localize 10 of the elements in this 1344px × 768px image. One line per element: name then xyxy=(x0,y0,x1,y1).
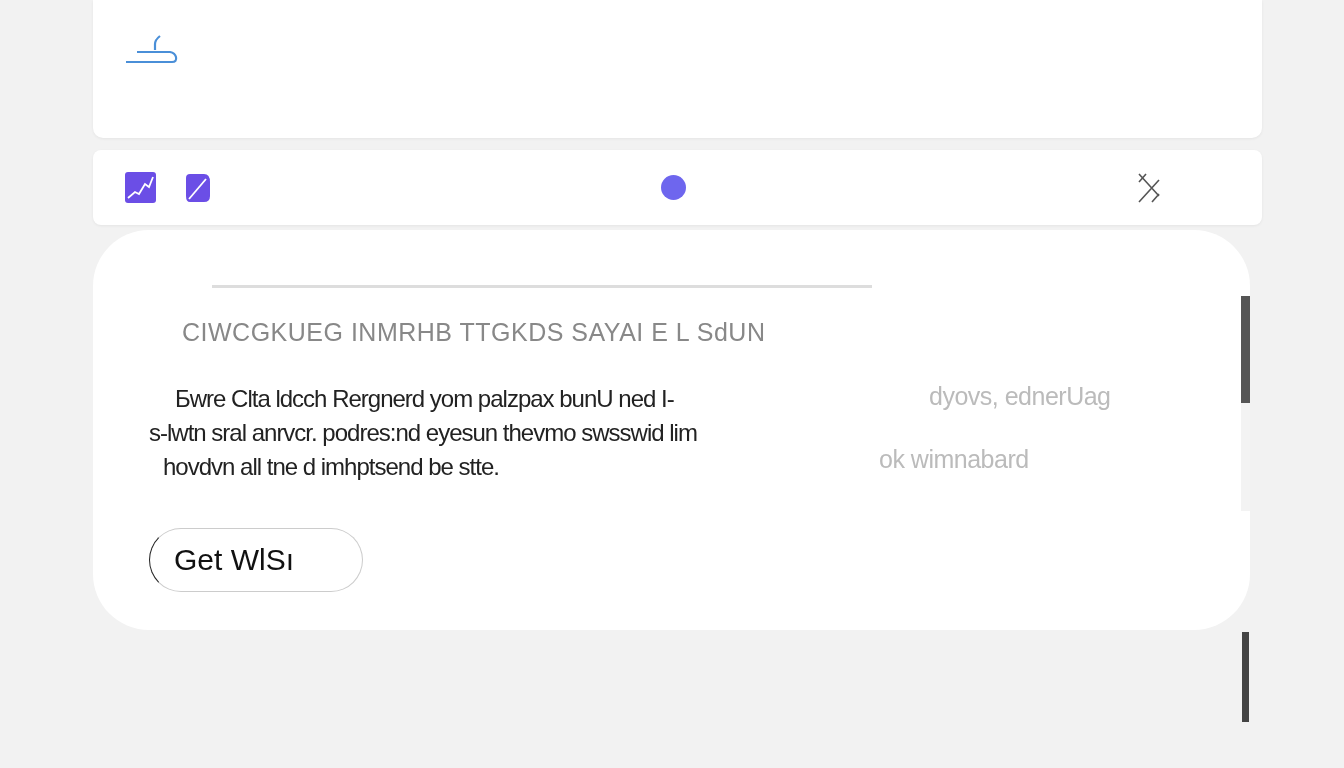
chart-icon[interactable] xyxy=(125,172,156,203)
get-button[interactable]: Get WlSı xyxy=(149,528,363,592)
card-heading: CIWCGKUEG INMRHB TTGKDS SAYAI E L SdUN xyxy=(182,318,767,347)
edit-icon[interactable] xyxy=(186,173,210,202)
dot-icon xyxy=(660,175,686,200)
scroll-bar[interactable] xyxy=(1242,632,1249,722)
scroll-bar[interactable] xyxy=(1241,296,1250,511)
faded-text: ok wimnabard xyxy=(879,445,1030,474)
faded-text: dyovs, ednerUag xyxy=(929,382,1111,411)
card-paragraph: Бwre Clta ldcch Rergnerd yom palzpax bunU ned I- s-lwtn sral anrvcr. podres:nd eyesun thevmo swsswid lim hovdvn all tne d imhptsend be stte. xyxy=(149,384,698,482)
